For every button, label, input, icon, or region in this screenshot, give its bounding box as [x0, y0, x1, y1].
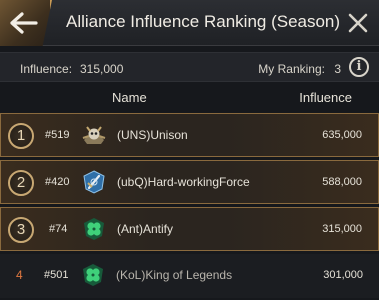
back-arrow-icon	[10, 12, 38, 34]
green-clover-flag-icon	[83, 264, 103, 286]
my-ranking-value: 3	[334, 62, 341, 76]
ranking-row[interactable]: 3 #74 (Ant)Antify 315,000	[0, 207, 379, 251]
info-icon[interactable]: i	[349, 57, 369, 77]
column-headers: Name Influence	[0, 84, 379, 110]
back-button[interactable]	[0, 0, 52, 46]
header-bar: Alliance Influence Ranking (Season)	[0, 0, 379, 46]
skull-banner-flag-icon	[82, 126, 106, 144]
column-header-influence: Influence	[299, 90, 352, 105]
ranking-row[interactable]: 1 #519 (UNS)Unison 635,000	[0, 113, 379, 157]
blue-sword-flag-icon	[83, 170, 105, 194]
influence-label: Influence:	[20, 62, 73, 76]
rank-number: 4	[16, 268, 23, 282]
alliance-influence: 315,000	[322, 223, 362, 235]
alliance-influence: 301,000	[323, 269, 363, 281]
alliance-id: #420	[45, 176, 70, 188]
alliance-id: #519	[45, 129, 70, 141]
my-ranking-label: My Ranking:	[258, 62, 325, 76]
alliance-id: #501	[44, 269, 69, 281]
alliance-name: (Ant)Antify	[117, 222, 174, 236]
close-icon[interactable]	[347, 12, 369, 34]
influence-value: 315,000	[80, 62, 124, 76]
alliance-name: (KoL)King of Legends	[116, 268, 233, 282]
green-clover-flag-icon	[84, 218, 104, 240]
rank-badge: 3	[8, 217, 34, 243]
alliance-name: (ubQ)Hard-workingForce	[117, 175, 250, 189]
ranking-row[interactable]: 4 #501 (KoL)King of Legends 301,000	[0, 254, 379, 298]
alliance-id: #74	[49, 223, 68, 235]
alliance-influence: 588,000	[322, 176, 362, 188]
ranking-row[interactable]: 2 #420 (ubQ)Hard-workingForce 588,000	[0, 160, 379, 204]
alliance-influence: 635,000	[322, 129, 362, 141]
rank-badge: 1	[8, 123, 34, 149]
page-title: Alliance Influence Ranking (Season)	[66, 12, 341, 31]
column-header-name: Name	[112, 90, 147, 105]
alliance-name: (UNS)Unison	[117, 128, 188, 142]
rank-badge: 2	[8, 170, 34, 196]
summary-row: Influence: 315,000 My Ranking: 3 i	[0, 52, 379, 82]
